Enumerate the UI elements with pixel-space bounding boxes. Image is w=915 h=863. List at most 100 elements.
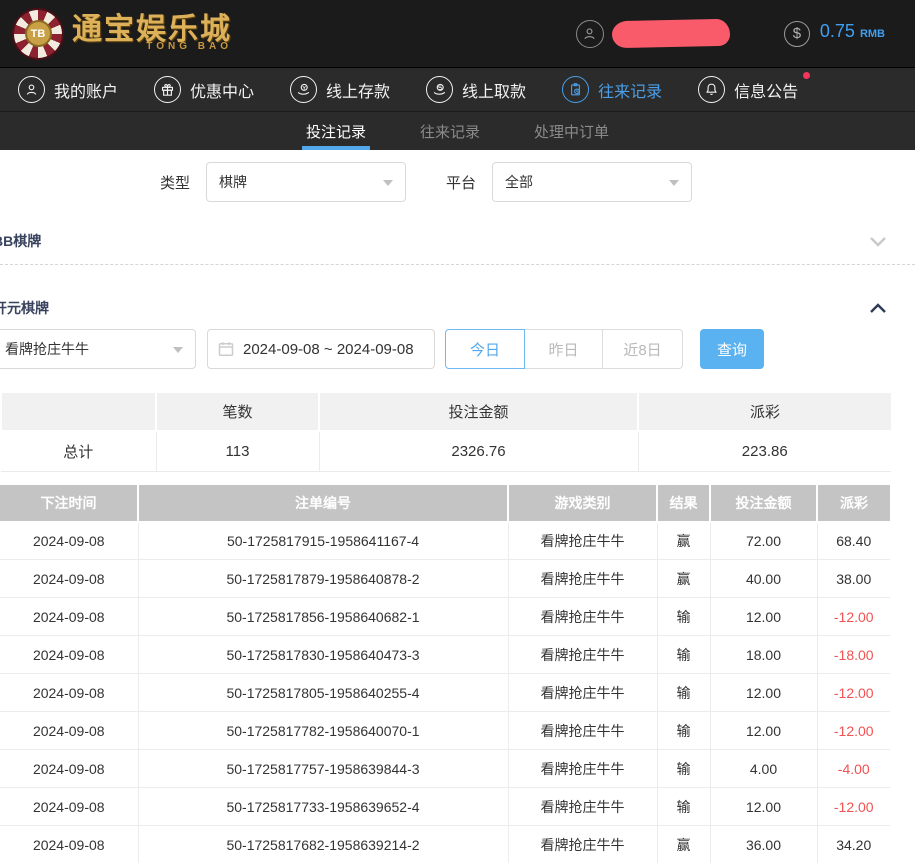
bet-time-cell: 2024-09-08 [0, 560, 138, 598]
main-nav: 我的账户 优惠中心 线上存款 线上取款 往来记录 信息公告 [0, 68, 915, 112]
summary-count-value: 113 [156, 431, 319, 471]
nav-label: 往来记录 [598, 78, 662, 102]
order-id-cell: 50-1725817757-1958639844-3 [138, 750, 508, 788]
header-bet-time: 下注时间 [0, 484, 138, 522]
bet-time-cell: 2024-09-08 [0, 788, 138, 826]
bet-time-cell: 2024-09-08 [0, 712, 138, 750]
filter-row: 类型 棋牌 平台 全部 [160, 162, 915, 202]
summary-total-row: 总计 113 2326.76 223.86 [1, 431, 891, 471]
table-row: 2024-09-0850-1725817856-1958640682-1看牌抢庄… [0, 598, 890, 636]
bet-time-cell: 2024-09-08 [0, 522, 138, 560]
summary-bet-amount-value: 2326.76 [319, 431, 638, 471]
balance-currency: RMB [860, 28, 885, 40]
result-cell: 输 [657, 750, 710, 788]
nav-label: 线上取款 [462, 78, 526, 102]
order-id-cell: 50-1725817682-1958639214-2 [138, 826, 508, 863]
logo[interactable]: TB 通宝娱乐城 TONG BAO [14, 10, 232, 58]
game-type-cell: 看牌抢庄牛牛 [508, 674, 657, 712]
tab-transaction-records[interactable]: 往来记录 [416, 112, 484, 150]
summary-table: 笔数 投注金额 派彩 总计 113 2326.76 223.86 [0, 391, 891, 472]
type-select[interactable]: 棋牌 [206, 162, 406, 202]
table-row: 2024-09-0850-1725817915-1958641167-4看牌抢庄… [0, 522, 890, 560]
game-type-cell: 看牌抢庄牛牛 [508, 522, 657, 560]
date-range-picker[interactable]: 2024-09-08 ~ 2024-09-08 [207, 329, 435, 369]
bet-time-cell: 2024-09-08 [0, 674, 138, 712]
gift-icon [154, 76, 181, 103]
poker-chip-icon: TB [14, 10, 62, 58]
controls-row: 看牌抢庄牛牛 2024-09-08 ~ 2024-09-08 今日 昨日 近8日… [0, 329, 915, 369]
payout-cell: -12.00 [817, 598, 890, 636]
bet-amount-cell: 40.00 [710, 560, 817, 598]
chevron-up-icon[interactable] [869, 302, 887, 314]
username-redaction [612, 19, 731, 48]
nav-item-transaction-records[interactable]: 往来记录 [562, 76, 662, 103]
section-divider [0, 264, 915, 265]
result-cell: 赢 [657, 522, 710, 560]
header-payout: 派彩 [817, 484, 890, 522]
header-order-id: 注单编号 [138, 484, 508, 522]
bet-amount-cell: 72.00 [710, 522, 817, 560]
game-type-cell: 看牌抢庄牛牛 [508, 636, 657, 674]
chevron-down-icon[interactable] [869, 235, 887, 247]
order-id-cell: 50-1725817782-1958640070-1 [138, 712, 508, 750]
tab-pending-orders[interactable]: 处理中订单 [530, 112, 613, 150]
section-kaiyuan-chess: 开元棋牌 [0, 291, 915, 325]
payout-cell: 68.40 [817, 522, 890, 560]
bet-amount-cell: 12.00 [710, 712, 817, 750]
yesterday-button[interactable]: 昨日 [525, 329, 603, 369]
bell-icon [698, 76, 725, 103]
bet-amount-cell: 36.00 [710, 826, 817, 863]
payout-cell: -12.00 [817, 674, 890, 712]
user-avatar-icon[interactable] [576, 20, 604, 48]
bet-time-cell: 2024-09-08 [0, 750, 138, 788]
bet-table-body: 2024-09-0850-1725817915-1958641167-4看牌抢庄… [0, 522, 890, 863]
game-type-cell: 看牌抢庄牛牛 [508, 750, 657, 788]
table-row: 2024-09-0850-1725817805-1958640255-4看牌抢庄… [0, 674, 890, 712]
today-button[interactable]: 今日 [445, 329, 525, 369]
search-button[interactable]: 查询 [700, 329, 764, 369]
bet-amount-cell: 4.00 [710, 750, 817, 788]
withdraw-icon [426, 76, 453, 103]
bet-table-header-row: 下注时间 注单编号 游戏类别 结果 投注金额 派彩 [0, 484, 890, 522]
nav-label: 信息公告 [734, 78, 798, 102]
nav-item-deposit[interactable]: 线上存款 [290, 76, 390, 103]
header-result: 结果 [657, 484, 710, 522]
chevron-down-icon [669, 180, 679, 186]
bet-amount-cell: 12.00 [710, 674, 817, 712]
game-select-value: 看牌抢庄牛牛 [5, 339, 89, 359]
result-cell: 赢 [657, 826, 710, 863]
nav-label: 我的账户 [54, 78, 118, 102]
header-game-type: 游戏类别 [508, 484, 657, 522]
date-range-value: 2024-09-08 ~ 2024-09-08 [243, 341, 414, 358]
platform-filter-label: 平台 [446, 172, 476, 193]
game-select[interactable]: 看牌抢庄牛牛 [0, 329, 196, 369]
nav-item-announcements[interactable]: 信息公告 [698, 76, 798, 103]
logo-badge: TB [25, 20, 52, 47]
payout-cell: 34.20 [817, 826, 890, 863]
nav-item-withdraw[interactable]: 线上取款 [426, 76, 526, 103]
section-bb-chess: BB棋牌 [0, 224, 915, 258]
section-title: BB棋牌 [0, 231, 41, 251]
nav-item-my-account[interactable]: 我的账户 [18, 76, 118, 103]
payout-cell: 38.00 [817, 560, 890, 598]
platform-select[interactable]: 全部 [492, 162, 692, 202]
order-id-cell: 50-1725817805-1958640255-4 [138, 674, 508, 712]
order-id-cell: 50-1725817830-1958640473-3 [138, 636, 508, 674]
bet-amount-cell: 12.00 [710, 788, 817, 826]
deposit-icon [290, 76, 317, 103]
result-cell: 输 [657, 598, 710, 636]
payout-cell: -18.00 [817, 636, 890, 674]
nav-item-promotions[interactable]: 优惠中心 [154, 76, 254, 103]
bet-time-cell: 2024-09-08 [0, 826, 138, 863]
summary-header-row: 笔数 投注金额 派彩 [1, 392, 891, 431]
sub-nav: 投注记录 往来记录 处理中订单 [0, 112, 915, 150]
bet-time-cell: 2024-09-08 [0, 636, 138, 674]
last-8-days-button[interactable]: 近8日 [603, 329, 683, 369]
summary-header-payout: 派彩 [638, 392, 891, 431]
result-cell: 输 [657, 788, 710, 826]
content: 类型 棋牌 平台 全部 BB棋牌 开元棋牌 看牌抢庄牛牛 [0, 162, 915, 863]
table-row: 2024-09-0850-1725817733-1958639652-4看牌抢庄… [0, 788, 890, 826]
result-cell: 输 [657, 636, 710, 674]
game-type-cell: 看牌抢庄牛牛 [508, 712, 657, 750]
tab-bet-records[interactable]: 投注记录 [302, 112, 370, 150]
